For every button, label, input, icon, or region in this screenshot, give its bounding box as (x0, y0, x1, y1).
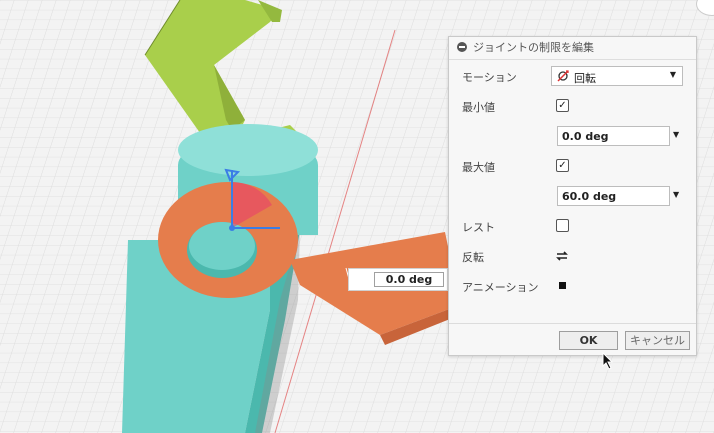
rest-checkbox[interactable] (556, 219, 569, 232)
dialog-title: ジョイントの制限を編集 (473, 41, 594, 54)
animation-label: アニメーション (462, 281, 539, 294)
angle-input-tag[interactable]: 0.0 deg (348, 268, 448, 291)
animation-row: アニメーション (449, 275, 696, 297)
chevron-down-icon[interactable]: ▼ (673, 190, 679, 199)
motion-select[interactable]: 回転 ▼ (551, 66, 683, 86)
flip-arrows-icon[interactable] (554, 248, 570, 267)
flip-label: 反転 (462, 251, 484, 264)
motion-row: モーション 回転 ▼ (449, 65, 696, 87)
minimum-row: 最小値 ✓ (449, 95, 696, 117)
minimum-label: 最小値 (462, 101, 495, 114)
maximum-label: 最大値 (462, 161, 495, 174)
rotate-joint-icon (556, 69, 570, 86)
maximum-checkbox[interactable]: ✓ (556, 159, 569, 172)
minimum-value-input[interactable]: 0.0 deg (557, 126, 670, 146)
minimum-value-row: 0.0 deg ▼ (449, 124, 696, 146)
chevron-down-icon[interactable]: ▼ (673, 130, 679, 139)
chevron-down-icon: ▼ (669, 70, 676, 79)
dialog-header[interactable]: ジョイントの制限を編集 (449, 37, 696, 60)
mouse-cursor-icon (602, 351, 614, 373)
flip-row: 反転 (449, 245, 696, 267)
maximum-value-row: 60.0 deg ▼ (449, 184, 696, 206)
cancel-button[interactable]: キャンセル (625, 331, 690, 350)
rest-label: レスト (462, 221, 495, 234)
maximum-row: 最大値 ✓ (449, 155, 696, 177)
motion-value: 回転 (574, 72, 596, 85)
divider (449, 323, 696, 324)
ok-button[interactable]: OK (559, 331, 618, 350)
motion-label: モーション (462, 71, 517, 84)
collapse-icon[interactable] (457, 42, 467, 52)
maximum-value-input[interactable]: 60.0 deg (557, 186, 670, 206)
rest-row: レスト (449, 215, 696, 237)
edit-joint-limits-dialog: ジョイントの制限を編集 モーション 回転 ▼ 最小値 ✓ 0.0 deg ▼ 最… (448, 36, 697, 356)
angle-input-field[interactable]: 0.0 deg (374, 272, 444, 287)
minimum-checkbox[interactable]: ✓ (556, 99, 569, 112)
stop-square-icon[interactable] (559, 282, 566, 289)
